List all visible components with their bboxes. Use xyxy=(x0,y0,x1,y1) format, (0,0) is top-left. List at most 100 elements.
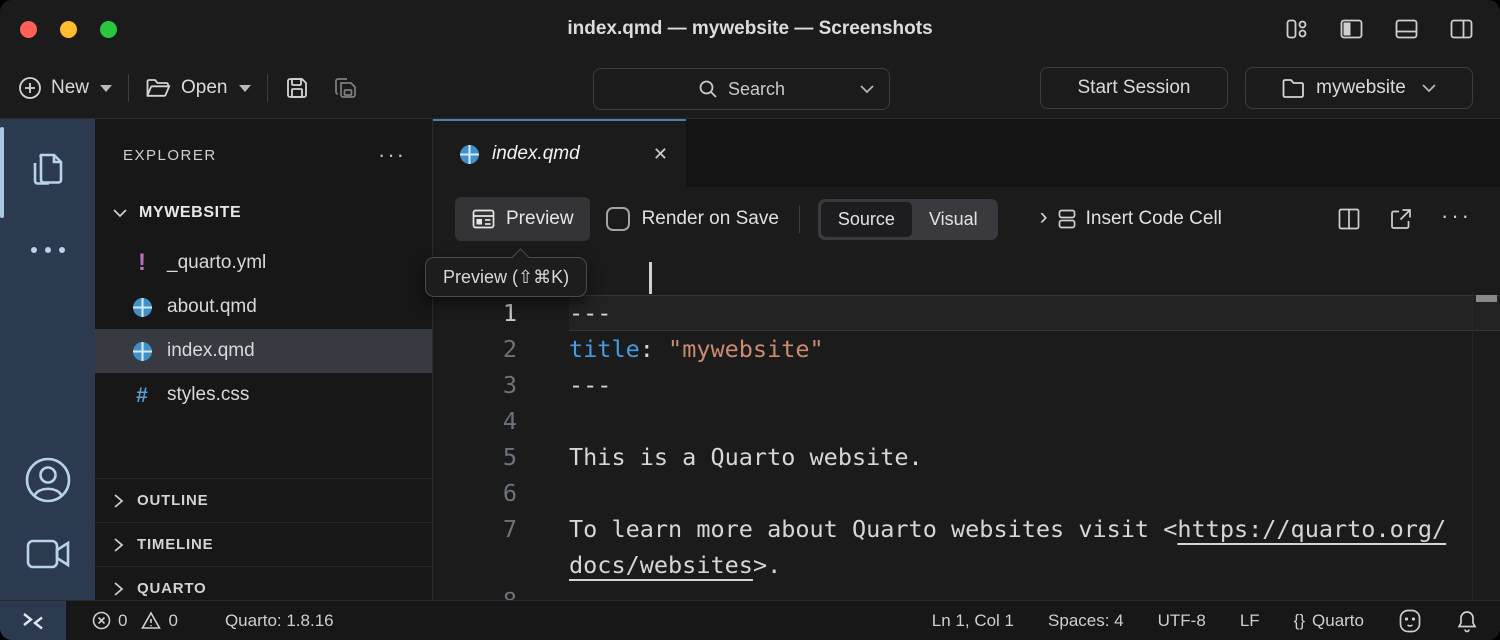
save-button[interactable] xyxy=(284,75,310,101)
line-number: 4 xyxy=(433,403,517,439)
toggle-secondary-sidebar-icon[interactable] xyxy=(1449,17,1474,41)
code-editor[interactable]: 1---2title: "mywebsite"3---45This is a Q… xyxy=(433,292,1500,600)
save-icon xyxy=(284,75,310,101)
problems-indicator[interactable]: 0 0 xyxy=(92,611,178,631)
eol-sequence[interactable]: LF xyxy=(1240,611,1260,631)
code-line-7-wrap: docs/websites>. xyxy=(433,547,1500,583)
toggle-panel-icon[interactable] xyxy=(1394,17,1419,41)
chevron-down-icon xyxy=(111,206,129,220)
search-input[interactable]: Search xyxy=(593,68,890,110)
explorer-view-button[interactable] xyxy=(28,119,68,221)
line-number: 1 xyxy=(433,295,517,331)
code-line-8: 8 xyxy=(433,583,1500,600)
visual-mode-button[interactable]: Visual xyxy=(912,202,995,237)
new-button[interactable]: New xyxy=(18,76,112,100)
open-in-new-window-icon[interactable] xyxy=(1389,207,1413,231)
indentation[interactable]: Spaces: 4 xyxy=(1048,611,1124,631)
additional-views-button[interactable] xyxy=(31,221,65,279)
status-bar: 0 0 Quarto: 1.8.16 Ln 1, Col 1 Spaces: 4… xyxy=(0,600,1500,640)
workspace-folder-row[interactable]: MYWEBSITE xyxy=(95,195,432,231)
language-mode[interactable]: {} Quarto xyxy=(1294,611,1364,631)
quarto-icon xyxy=(131,341,153,362)
explorer-title: EXPLORER xyxy=(123,147,217,164)
code-line-5: 5This is a Quarto website. xyxy=(433,439,1500,475)
warning-icon xyxy=(141,611,161,630)
file-label: styles.css xyxy=(167,384,249,406)
file-row-index.qmd[interactable]: index.qmd xyxy=(95,329,432,373)
tab-index-qmd[interactable]: index.qmd ✕ xyxy=(433,119,686,187)
file-label: index.qmd xyxy=(167,340,255,362)
editor-group: index.qmd ✕ Preview Render on Save xyxy=(433,119,1500,600)
sidebar-sections: OUTLINETIMELINEQUARTO xyxy=(95,478,432,600)
render-on-save-checkbox[interactable] xyxy=(606,207,630,231)
section-quarto[interactable]: QUARTO xyxy=(95,566,432,600)
scrollbar-thumb[interactable] xyxy=(1476,295,1497,302)
top-toolbar: New Open xyxy=(0,58,1500,119)
file-row-styles.css[interactable]: # styles.css xyxy=(95,373,432,417)
braces-icon: {} xyxy=(1294,611,1305,631)
search-icon xyxy=(698,79,718,99)
save-all-button[interactable] xyxy=(332,74,360,102)
error-count: 0 xyxy=(118,611,127,631)
scrollbar-track xyxy=(1472,292,1473,600)
explorer-more-actions-button[interactable]: ··· xyxy=(378,142,406,168)
close-tab-icon[interactable]: ✕ xyxy=(653,144,668,165)
line-number: 2 xyxy=(433,331,517,367)
line-number: 7 xyxy=(433,511,517,547)
code-line-6: 6 xyxy=(433,475,1500,511)
video-camera-icon xyxy=(26,538,70,570)
window-title: index.qmd — mywebsite — Screenshots xyxy=(0,18,1500,40)
tab-strip: index.qmd ✕ xyxy=(433,119,1500,187)
line-number: 3 xyxy=(433,367,517,403)
screencast-button[interactable] xyxy=(26,538,70,570)
tab-label: index.qmd xyxy=(492,143,641,165)
section-outline[interactable]: OUTLINE xyxy=(95,478,432,522)
preview-button[interactable]: Preview xyxy=(455,197,590,241)
dropdown-caret-icon xyxy=(100,85,112,92)
file-row-about.qmd[interactable]: about.qmd xyxy=(95,285,432,329)
code-lines: 1---2title: "mywebsite"3---45This is a Q… xyxy=(433,295,1500,600)
file-label: _quarto.yml xyxy=(167,252,266,274)
start-session-button[interactable]: Start Session xyxy=(1040,67,1228,109)
source-visual-toggle: Source Visual xyxy=(818,199,998,240)
chevron-right-icon xyxy=(111,580,125,598)
css-hash-icon: # xyxy=(131,385,153,406)
remote-indicator[interactable] xyxy=(0,601,66,640)
section-timeline[interactable]: TIMELINE xyxy=(95,522,432,566)
explorer-sidebar: EXPLORER ··· MYWEBSITE ! _quarto.ymlabout… xyxy=(95,119,433,600)
insert-code-cell-button[interactable]: › Insert Code Cell xyxy=(1040,208,1222,230)
code-line-7: 7To learn more about Quarto websites vis… xyxy=(433,511,1500,547)
line-number xyxy=(433,547,517,583)
activity-bar xyxy=(0,119,95,600)
encoding[interactable]: UTF-8 xyxy=(1158,611,1206,631)
toggle-primary-sidebar-icon[interactable] xyxy=(1339,17,1364,41)
breadcrumbs xyxy=(433,251,1500,292)
file-label: about.qmd xyxy=(167,296,257,318)
file-row-_quarto.yml[interactable]: ! _quarto.yml xyxy=(95,241,432,285)
folder-open-icon xyxy=(145,76,172,100)
render-on-save-label: Render on Save xyxy=(642,208,779,230)
more-actions-button[interactable]: ··· xyxy=(1441,203,1472,229)
open-button[interactable]: Open xyxy=(145,76,250,100)
cursor-position[interactable]: Ln 1, Col 1 xyxy=(932,611,1014,631)
code-line-2: 2title: "mywebsite" xyxy=(433,331,1500,367)
source-mode-button[interactable]: Source xyxy=(821,202,912,237)
customize-layout-icon[interactable] xyxy=(1285,17,1309,41)
preview-tooltip: Preview (⇧⌘K) xyxy=(425,257,587,297)
files-icon xyxy=(28,149,68,191)
plus-circle-icon xyxy=(18,76,42,100)
feedback-smiley-icon[interactable] xyxy=(1398,608,1422,634)
remote-icon xyxy=(19,607,47,635)
yaml-alert-icon: ! xyxy=(131,251,153,275)
code-line-3: 3--- xyxy=(433,367,1500,403)
error-icon xyxy=(92,611,111,630)
person-circle-icon xyxy=(24,456,72,504)
quarto-version[interactable]: Quarto: 1.8.16 xyxy=(225,611,334,631)
project-selector-button[interactable]: mywebsite xyxy=(1245,67,1473,109)
account-button[interactable] xyxy=(24,456,72,504)
titlebar: index.qmd — mywebsite — Screenshots xyxy=(0,0,1500,58)
chevron-down-icon xyxy=(1421,82,1437,94)
notifications-bell-icon[interactable] xyxy=(1456,609,1478,633)
split-editor-icon[interactable] xyxy=(1337,207,1361,231)
chevron-down-icon xyxy=(859,83,875,95)
